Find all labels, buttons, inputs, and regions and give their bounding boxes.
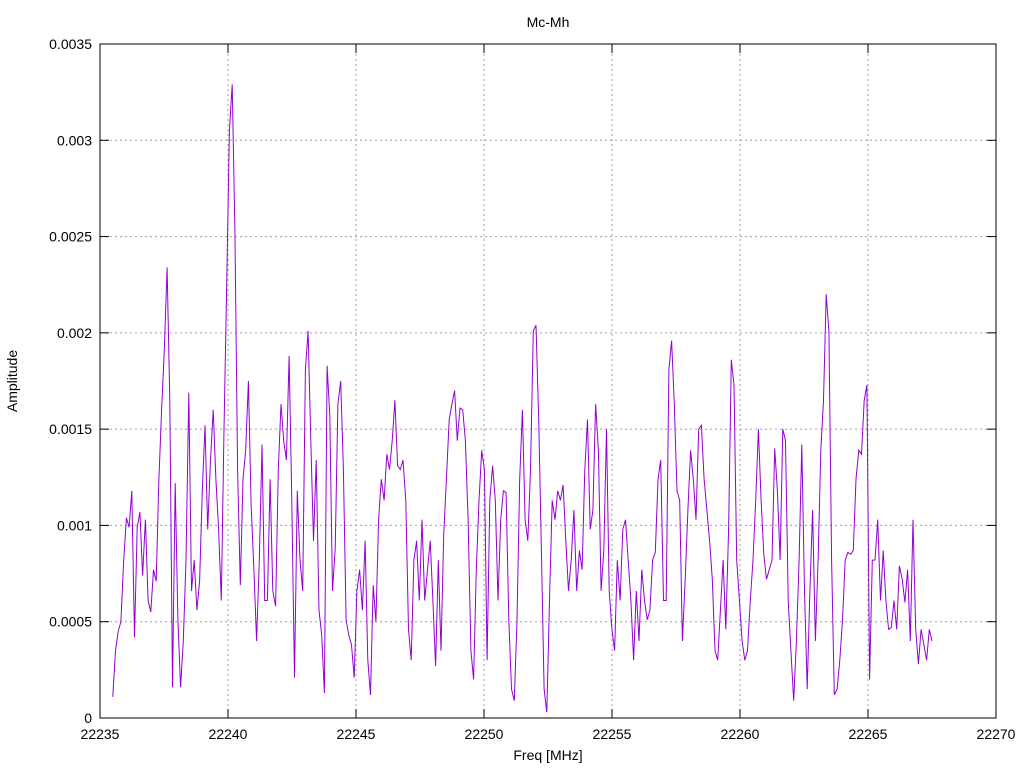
- x-tick-label: 22260: [721, 726, 760, 742]
- x-tick-label: 22270: [977, 726, 1016, 742]
- y-axis-label: Amplitude: [4, 350, 20, 412]
- chart-title: Mc-Mh: [527, 14, 570, 30]
- x-tick-label: 22255: [593, 726, 632, 742]
- x-tick-label: 22265: [849, 726, 888, 742]
- x-tick-label: 22245: [337, 726, 376, 742]
- x-tick-label: 22235: [81, 726, 120, 742]
- y-tick-label: 0.0025: [49, 229, 92, 245]
- grid: [100, 44, 996, 718]
- x-axis-label: Freq [MHz]: [513, 747, 582, 763]
- y-tick-label: 0.0005: [49, 614, 92, 630]
- plot-border: [99, 43, 997, 719]
- x-tick-label: 22250: [465, 726, 504, 742]
- y-tick-label: 0: [84, 710, 92, 726]
- series-line-mc-mh: [112, 84, 933, 713]
- y-tick-label: 0.002: [57, 325, 92, 341]
- y-tick-label: 0.0035: [49, 36, 92, 52]
- y-tick-label: 0.0015: [49, 421, 92, 437]
- y-tick-label: 0.001: [57, 517, 92, 533]
- y-tick-label: 0.003: [57, 132, 92, 148]
- series: [112, 84, 933, 713]
- chart: 22235 22240 22245 22250 22255 22260 22265 22270…: [4, 14, 1016, 763]
- x-tick-label: 22240: [209, 726, 248, 742]
